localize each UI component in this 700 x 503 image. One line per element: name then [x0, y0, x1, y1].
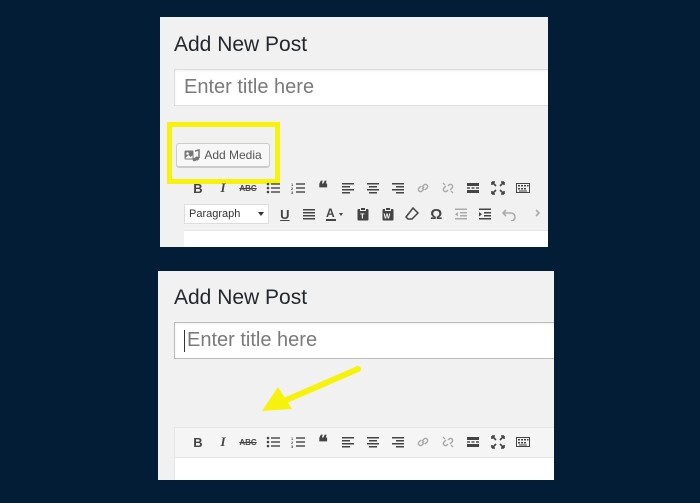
strikethrough-icon[interactable]: ABC [238, 178, 258, 198]
redo-icon[interactable] [524, 204, 543, 224]
align-center-icon[interactable] [363, 178, 383, 198]
svg-text:W: W [383, 214, 390, 221]
editor-content-area[interactable] [175, 457, 554, 480]
remove-link-icon[interactable] [438, 178, 458, 198]
post-title-input[interactable]: Enter title here [174, 69, 548, 106]
blockquote-icon[interactable]: ❝ [313, 432, 333, 452]
bulleted-list-icon[interactable] [263, 432, 283, 452]
editor-toolbar-row-2: Paragraph U A T W Ω [184, 201, 548, 227]
blockquote-icon[interactable]: ❝ [313, 178, 333, 198]
text-color-icon[interactable]: A [324, 204, 349, 224]
justify-icon[interactable] [299, 204, 318, 224]
clear-formatting-icon[interactable] [402, 204, 421, 224]
title-placeholder: Enter title here [187, 329, 318, 351]
format-select-value: Paragraph [189, 208, 241, 220]
read-more-icon[interactable] [463, 178, 483, 198]
page-title: Add New Post [174, 286, 308, 309]
align-left-icon[interactable] [338, 178, 358, 198]
fullscreen-icon[interactable] [488, 432, 508, 452]
numbered-list-icon[interactable]: 123 [288, 178, 308, 198]
insert-link-icon[interactable] [413, 432, 433, 452]
underline-icon[interactable]: U [275, 204, 294, 224]
align-right-icon[interactable] [388, 178, 408, 198]
paste-text-icon[interactable]: T [354, 204, 373, 224]
italic-icon[interactable]: I [213, 178, 233, 198]
undo-icon[interactable] [499, 204, 518, 224]
align-center-icon[interactable] [363, 432, 383, 452]
svg-text:3: 3 [291, 190, 294, 195]
post-title-input[interactable]: Enter title here [174, 322, 554, 359]
fullscreen-icon[interactable] [488, 178, 508, 198]
format-select[interactable]: Paragraph [184, 204, 270, 224]
align-right-icon[interactable] [388, 432, 408, 452]
editor-toolbar-row-1: B I ABC 123 ❝ [188, 429, 554, 455]
toolbar-toggle-icon[interactable] [513, 432, 533, 452]
numbered-list-icon[interactable]: 123 [288, 432, 308, 452]
editor-panel-after: Add New Post Enter title here B I ABC 12… [158, 271, 554, 480]
svg-text:3: 3 [291, 444, 294, 449]
paste-word-icon[interactable]: W [378, 204, 397, 224]
outdent-icon[interactable] [451, 204, 470, 224]
read-more-icon[interactable] [463, 432, 483, 452]
editor-toolbar-row-1: B I ABC 123 ❝ [188, 175, 548, 201]
text-cursor [184, 329, 185, 352]
editor-content-area[interactable] [184, 230, 548, 247]
title-placeholder: Enter title here [184, 76, 315, 98]
yellow-arrow-annotation [262, 366, 361, 411]
insert-link-icon[interactable] [413, 178, 433, 198]
editor-panel-before: Add New Post Enter title here Add Media … [160, 17, 548, 247]
page-title: Add New Post [174, 33, 308, 56]
svg-text:T: T [361, 214, 366, 221]
strikethrough-icon[interactable]: ABC [238, 432, 258, 452]
bold-icon[interactable]: B [188, 432, 208, 452]
remove-link-icon[interactable] [438, 432, 458, 452]
toolbar-toggle-icon[interactable] [513, 178, 533, 198]
special-character-icon[interactable]: Ω [427, 204, 446, 224]
chevron-down-icon [258, 212, 265, 216]
italic-icon[interactable]: I [213, 432, 233, 452]
bulleted-list-icon[interactable] [263, 178, 283, 198]
bold-icon[interactable]: B [188, 178, 208, 198]
svg-text:A: A [326, 207, 335, 220]
align-left-icon[interactable] [338, 432, 358, 452]
indent-icon[interactable] [475, 204, 494, 224]
